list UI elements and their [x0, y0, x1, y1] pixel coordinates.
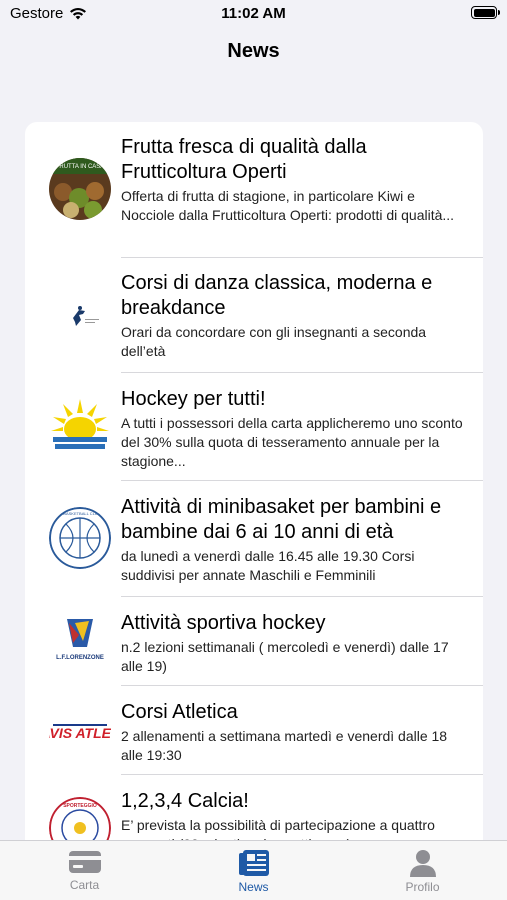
- thumb-text: AVIS ATLET: [49, 725, 111, 741]
- news-title: Frutta fresca di qualità dalla Frutticol…: [121, 136, 367, 183]
- news-item[interactable]: FRUTTA IN CASA Frutta fresca di qualità …: [25, 122, 483, 258]
- news-description: Orari da concordare con gli insegnanti a…: [121, 324, 427, 359]
- page-title: News: [227, 40, 280, 62]
- status-time: 11:02 AM: [221, 5, 286, 22]
- news-description: A tutti i possessori della carta applich…: [121, 415, 463, 469]
- news-list: FRUTTA IN CASA Frutta fresca di qualità …: [25, 122, 483, 852]
- news-title: 1,2,3,4 Calcia!: [121, 790, 249, 812]
- thumb-text: L.F.LORENZONE: [56, 655, 104, 661]
- tab-news[interactable]: News: [169, 841, 338, 900]
- tab-label: Profilo: [405, 880, 440, 894]
- battery-icon: [471, 6, 500, 19]
- news-item[interactable]: AVIS ATLET Corsi Atletica 2 allenamenti …: [25, 686, 483, 775]
- person-icon: [409, 850, 436, 877]
- news-title: Corsi Atletica: [121, 701, 238, 723]
- avis-atletica-thumbnail: AVIS ATLET: [49, 700, 111, 762]
- fruit-thumbnail: FRUTTA IN CASA: [49, 158, 111, 220]
- news-description: 2 allenamenti a settimana martedì e vene…: [121, 728, 448, 763]
- card-icon: [68, 851, 101, 873]
- sun-logo-thumbnail: [49, 395, 111, 457]
- news-description: n.2 lezioni settimanali ( mercoledì e ve…: [121, 639, 449, 674]
- basketball-club-thumbnail: ABC BASKETBALL CLUB 73: [49, 507, 111, 569]
- news-title: Hockey per tutti!: [121, 388, 266, 410]
- tab-label: Carta: [69, 878, 100, 892]
- tab-profilo[interactable]: Profilo: [338, 841, 507, 900]
- tab-carta[interactable]: Carta: [0, 841, 169, 900]
- thumb-text: FRUTTA IN CASA: [56, 164, 105, 170]
- hockey-club-thumbnail: L.F.LORENZONE: [49, 609, 111, 671]
- news-item[interactable]: ABC BASKETBALL CLUB 73 Attività di minib…: [25, 481, 483, 597]
- status-bar: Gestore 11:02 AM: [0, 0, 507, 28]
- tab-label: News: [238, 880, 269, 894]
- news-title: Attività di minibasaket per bambini e ba…: [121, 496, 442, 543]
- news-description: Offerta di frutta di stagione, in partic…: [121, 188, 455, 223]
- dance-thumbnail: [49, 284, 111, 346]
- news-item[interactable]: Corsi di danza classica, moderna e break…: [25, 258, 483, 373]
- thumb-text: ABC BASKETBALL CLUB 73: [54, 511, 107, 516]
- thumb-text: SPORTEGGIO: [63, 803, 97, 809]
- newspaper-icon: [238, 850, 269, 876]
- news-item[interactable]: L.F.LORENZONE Attività sportiva hockey n…: [25, 597, 483, 686]
- news-title: Attività sportiva hockey: [121, 612, 326, 634]
- news-description: da lunedì a venerdì dalle 16.45 alle 19.…: [121, 548, 415, 583]
- news-title: Corsi di danza classica, moderna e break…: [121, 272, 433, 319]
- news-item[interactable]: Hockey per tutti! A tutti i possessori d…: [25, 373, 483, 481]
- tab-bar: Carta News Profilo: [0, 840, 507, 900]
